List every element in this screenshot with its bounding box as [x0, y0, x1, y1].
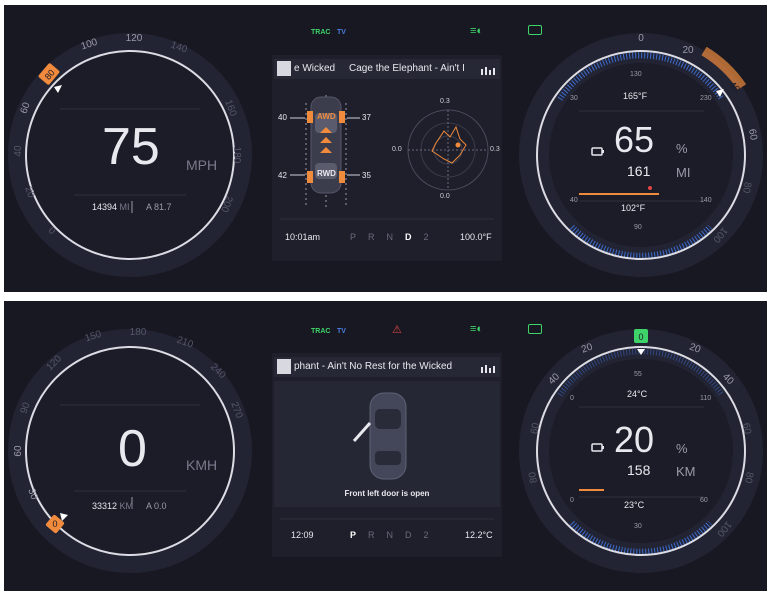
album-art	[277, 359, 291, 374]
outside-temp: 100.0°F	[460, 232, 492, 242]
speed-needle-value: 0	[52, 519, 57, 529]
range-value: 158	[627, 462, 651, 478]
battery-percent-value: 20	[614, 419, 655, 460]
battery-scale-tl: 0	[570, 395, 574, 402]
headlight-icon: ≡◐	[470, 323, 484, 335]
range-unit: MI	[676, 165, 691, 180]
tire-front-right: 37	[362, 113, 371, 122]
battery-scale-bottom: 90	[634, 224, 642, 231]
speed-unit: KMH	[186, 457, 218, 473]
awd-label: AWD	[317, 112, 336, 121]
album-art	[277, 61, 291, 76]
tire-front-left: 40	[278, 113, 287, 122]
trip-value: A 81.7	[146, 202, 172, 212]
trip-value: A 0.0	[146, 501, 167, 511]
trac-indicator: TRAC	[311, 29, 331, 36]
gear-r: R	[368, 530, 375, 540]
gear-2: 2	[423, 530, 429, 540]
gforce-radar	[407, 109, 489, 191]
dashboard-panel-bottom: 30 60 90 120 150 180 210 240 270 0 0 20 …	[4, 301, 767, 591]
clock: 12:09	[291, 530, 314, 540]
speed-tick-40: 40	[13, 145, 24, 157]
speed-tick-60: 60	[13, 445, 24, 457]
gear-2: 2	[423, 232, 429, 242]
speed-tick-120: 120	[126, 33, 143, 44]
speed-tick-180: 180	[130, 327, 147, 338]
odometer: 33312 KM	[92, 501, 133, 511]
door-open-message: Front left door is open	[344, 489, 430, 498]
battery-scale-br: 140	[700, 197, 712, 204]
seatbelt-warning-icon: ⚠	[392, 324, 402, 336]
odometer-unit: KM	[119, 501, 134, 511]
dashboard-panel-top: 0 20 40 60 100 120 140 160 180 200 80 0 …	[4, 5, 767, 292]
gear-p: P	[350, 530, 357, 540]
battery-warning-icon	[528, 25, 542, 35]
speed-unit: MPH	[186, 157, 218, 173]
battery-temp-bottom: 102°F	[621, 203, 646, 213]
trac-indicator: TRAC	[311, 328, 331, 335]
tire-rear-left: 42	[278, 171, 287, 180]
battery-scale-tl: 30	[570, 95, 578, 102]
media-track-text: e Wicked Cage the Elephant - Ain't I	[294, 63, 465, 74]
battery-scale-tr: 110	[700, 395, 712, 402]
gear-selector: P R N D 2	[350, 530, 429, 540]
gear-d: D	[405, 232, 412, 242]
battery-scale-bl: 0	[570, 497, 574, 504]
gear-selector: P R N D 2	[350, 232, 429, 242]
rwd-label: RWD	[317, 169, 336, 178]
gear-d: D	[405, 530, 412, 540]
battery-scale-br: 60	[700, 497, 708, 504]
speed-value: 0	[118, 420, 147, 478]
gforce-right-label: 0.3	[490, 146, 500, 153]
battery-percent-sign: %	[676, 141, 688, 156]
battery-scale-bl: 40	[570, 197, 578, 204]
battery-warning-icon	[528, 324, 542, 334]
tv-indicator: TV	[337, 328, 346, 335]
speed-value: 75	[102, 118, 160, 176]
gear-r: R	[368, 232, 375, 242]
clock: 10:01am	[285, 232, 321, 242]
range-unit: KM	[676, 464, 696, 479]
battery-scale-top: 55	[634, 371, 642, 378]
battery-scale-tr: 230	[700, 95, 712, 102]
headlight-icon: ≡◐	[470, 25, 484, 37]
battery-percent-sign: %	[676, 441, 688, 456]
battery-temp-bottom: 23°C	[624, 500, 645, 510]
battery-top-badge-value: 0	[638, 332, 643, 342]
gear-n: N	[386, 530, 394, 540]
gforce-left-label: 0.0	[392, 146, 402, 153]
battery-scale-top: 130	[630, 71, 642, 78]
tv-indicator: TV	[337, 29, 346, 36]
odometer-value: 14394	[92, 202, 118, 212]
outside-temp: 12.2°C	[465, 530, 493, 540]
tire-rear-right: 35	[362, 171, 371, 180]
gear-p: P	[350, 232, 357, 242]
gear-n: N	[386, 232, 394, 242]
range-value: 161	[627, 163, 651, 179]
battery-percent-value: 65	[614, 119, 655, 160]
battery-temp-top: 24°C	[627, 389, 648, 399]
media-track-text: phant - Ain't No Rest for the Wicked	[294, 361, 453, 372]
battery-tick-0: 0	[638, 33, 644, 44]
odometer: 14394 MI	[92, 202, 130, 212]
battery-scale-bottom: 30	[634, 523, 642, 530]
gforce-top-label: 0.3	[440, 98, 450, 105]
battery-tick-20: 20	[682, 45, 694, 56]
odometer-unit: MI	[119, 202, 130, 212]
battery-temp-top: 165°F	[623, 91, 648, 101]
odometer-value: 33312	[92, 501, 118, 511]
speed-tick-180: 180	[231, 147, 242, 164]
gforce-bottom-label: 0.0	[440, 193, 450, 200]
